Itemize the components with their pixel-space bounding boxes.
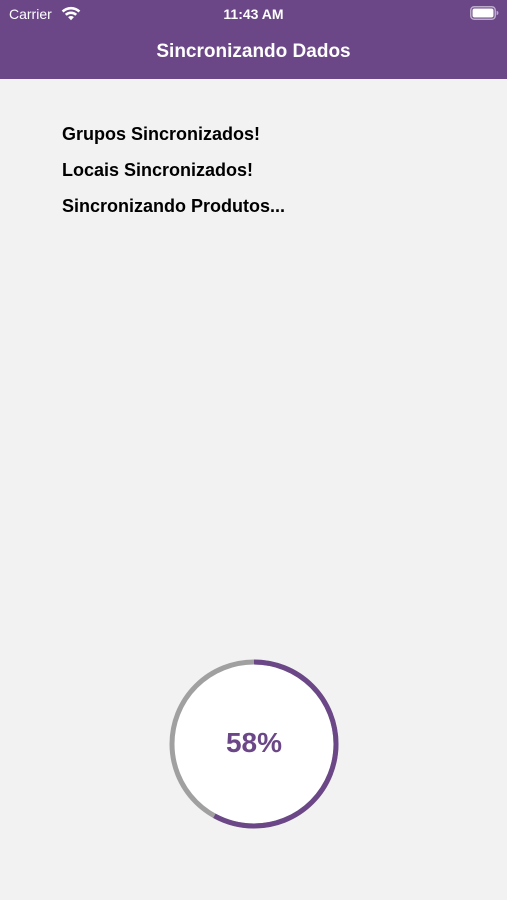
sync-log-item-products: Sincronizando Produtos... — [62, 196, 286, 216]
progress-percentage: 58% — [225, 727, 283, 758]
status-bar: Carrier 11:43 AM — [0, 0, 507, 28]
sync-log-item-groups: Grupos Sincronizados! — [62, 124, 261, 144]
navigation-bar: Carrier 11:43 AM Sincronizando Dados — [0, 0, 507, 79]
battery-icon — [470, 6, 499, 20]
sync-log-item-locations: Locais Sincronizados! — [62, 160, 254, 180]
progress-ring: 58% — [167, 657, 341, 831]
sync-log-list: Grupos Sincronizados! Locais Sincronizad… — [62, 123, 285, 231]
status-time: 11:43 AM — [223, 6, 284, 22]
page-title: Sincronizando Dados — [156, 41, 351, 62]
